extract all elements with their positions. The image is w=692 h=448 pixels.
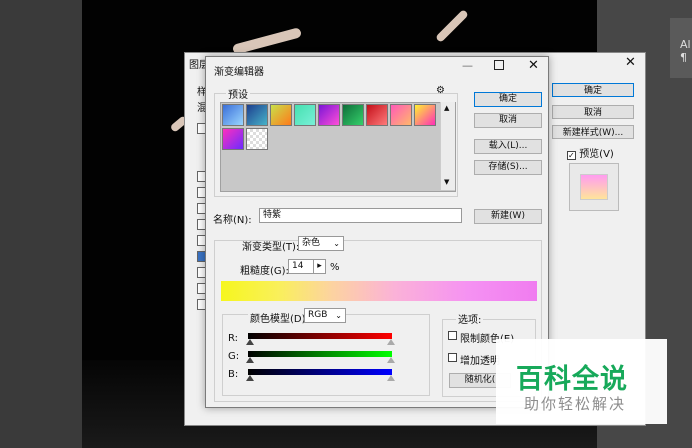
gradient-type-select[interactable]: 杂色 ⌄ (298, 236, 344, 251)
left-panel (0, 0, 82, 448)
channel-g-label: G: (228, 351, 240, 362)
restrict-colors-checkbox[interactable] (448, 331, 457, 340)
paragraph-icon: ¶ (680, 51, 687, 64)
dancer-arm (231, 27, 303, 55)
style-preview (569, 163, 619, 211)
preset-swatch[interactable] (390, 104, 412, 126)
slider-handle[interactable] (246, 339, 254, 345)
close-icon[interactable]: ✕ (625, 55, 636, 70)
watermark: 百科全说 助你轻松解决 (496, 339, 667, 424)
scroll-down-icon[interactable]: ▼ (444, 178, 449, 186)
presets-label: 预设 (226, 86, 250, 101)
presets-scrollbar[interactable]: ▲ ▼ (440, 102, 455, 190)
ok-button[interactable]: 确定 (474, 92, 542, 107)
color-model-value: RGB (308, 310, 328, 320)
maximize-icon[interactable] (494, 60, 504, 70)
channel-b-label: B: (228, 369, 239, 380)
preview-checkbox[interactable]: ✓ (567, 151, 576, 160)
gear-icon[interactable]: ⚙ (436, 85, 445, 96)
preset-swatch[interactable] (222, 128, 244, 150)
slider-handle[interactable] (246, 375, 254, 381)
options-label: 选项: (456, 311, 484, 326)
slider-handle[interactable] (387, 357, 395, 363)
roughness-stepper[interactable]: ▸ (313, 259, 326, 274)
preset-swatch[interactable] (294, 104, 316, 126)
channel-g-slider[interactable] (248, 351, 392, 357)
character-panel-tab[interactable]: Al ¶ (670, 18, 692, 78)
color-model-label: 颜色模型(D) (248, 310, 308, 325)
preset-swatch[interactable] (246, 104, 268, 126)
channel-b-slider[interactable] (248, 369, 392, 375)
preset-swatch[interactable] (414, 104, 436, 126)
close-icon[interactable]: ✕ (528, 58, 539, 73)
preview-label: 预览(V) (579, 149, 614, 160)
name-label: 名称(N): (213, 215, 252, 226)
new-style-button[interactable]: 新建样式(W)... (552, 125, 634, 139)
cancel-button[interactable]: 取消 (474, 113, 542, 128)
preset-swatch[interactable] (222, 104, 244, 126)
gradient-preview-bar[interactable] (221, 281, 537, 301)
add-transparency-label: 增加透明 (460, 356, 500, 367)
gradient-type-value: 杂色 (302, 238, 321, 248)
stepper-arrow-icon: ▸ (317, 261, 322, 271)
preset-swatch[interactable] (366, 104, 388, 126)
gradient-editor-title: 渐变编辑器 (214, 67, 264, 78)
slider-handle[interactable] (387, 375, 395, 381)
preset-swatch[interactable] (342, 104, 364, 126)
slider-handle[interactable] (387, 339, 395, 345)
color-model-select[interactable]: RGB ⌄ (304, 308, 346, 323)
gradient-type-label: 渐变类型(T): (242, 242, 300, 253)
roughness-unit: % (330, 262, 340, 273)
preset-swatch-transparent[interactable] (246, 128, 268, 150)
roughness-input[interactable]: 14 (288, 259, 314, 274)
dancer-hand (435, 9, 469, 43)
watermark-title: 百科全说 (516, 364, 628, 395)
style-preview-swatch (580, 174, 608, 200)
minimize-icon[interactable]: — (462, 59, 473, 72)
channel-r-slider[interactable] (248, 333, 392, 339)
new-button[interactable]: 新建(W) (474, 209, 542, 224)
channel-r-label: R: (228, 333, 239, 344)
preset-swatch[interactable] (270, 104, 292, 126)
character-label: Al (680, 38, 691, 51)
name-field[interactable]: 特紫 (259, 208, 462, 223)
load-button[interactable]: 载入(L)... (474, 139, 542, 154)
preview-checkbox-row[interactable]: ✓ 预览(V) (567, 145, 614, 160)
layer-style-cancel-button[interactable]: 取消 (552, 105, 634, 119)
preset-swatch[interactable] (318, 104, 340, 126)
save-button[interactable]: 存储(S)... (474, 160, 542, 175)
layer-style-ok-button[interactable]: 确定 (552, 83, 634, 97)
add-transparency-checkbox[interactable] (448, 353, 457, 362)
watermark-subtitle: 助你轻松解决 (524, 395, 627, 413)
chevron-down-icon: ⌄ (333, 239, 340, 248)
slider-handle[interactable] (246, 357, 254, 363)
scroll-up-icon[interactable]: ▲ (444, 104, 449, 112)
chevron-down-icon: ⌄ (335, 311, 342, 320)
roughness-label: 粗糙度(G): (240, 266, 289, 277)
preset-swatches (220, 102, 456, 192)
